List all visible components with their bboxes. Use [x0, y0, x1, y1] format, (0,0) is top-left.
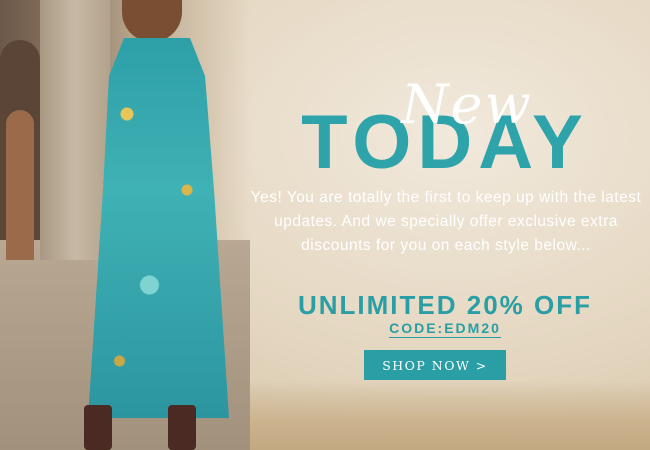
archway [0, 40, 40, 260]
boot-right [168, 405, 196, 450]
promo-code-text: CODE:EDM20 [389, 320, 501, 338]
headline-script-word: New [401, 73, 533, 136]
wooden-door [6, 110, 34, 260]
promo-copy: Yes! You are totally the first to keep u… [250, 189, 642, 254]
stone-pillar [40, 0, 110, 260]
promo-code: CODE:EDM20 [240, 320, 650, 338]
model-photo [0, 0, 250, 450]
model-hair [122, 0, 182, 42]
offer-text: UNLIMITED 20% OFF [297, 290, 592, 320]
boot-left [84, 405, 112, 450]
headline: TODAY New [240, 73, 650, 185]
promo-banner: TODAY New Yes! You are totally the first… [0, 0, 650, 450]
shop-now-button[interactable]: SHOP NOW > [364, 350, 506, 380]
